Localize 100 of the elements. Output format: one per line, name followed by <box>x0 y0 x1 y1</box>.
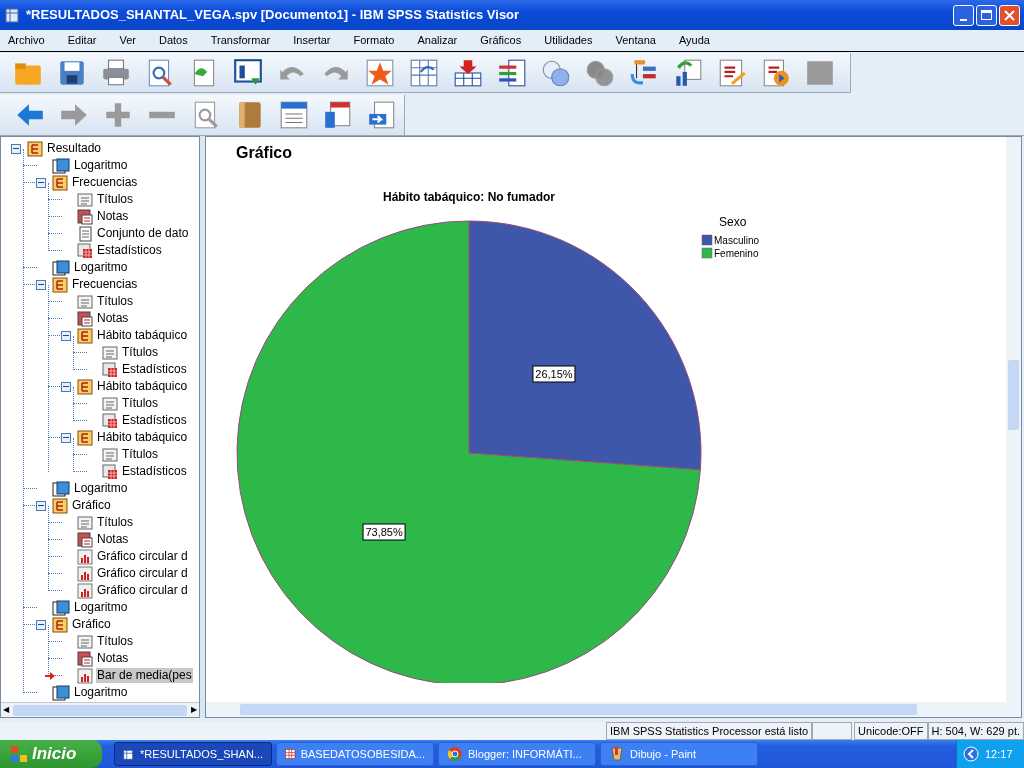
outline-item[interactable]: Estadísticos <box>121 464 188 479</box>
outline-item[interactable]: Notas <box>96 532 130 547</box>
title-page-icon <box>102 395 118 412</box>
menu-item[interactable]: Ventana <box>607 32 664 49</box>
collapse-toggle[interactable] <box>61 330 71 341</box>
outline-item[interactable]: Notas <box>96 651 130 666</box>
menu-item[interactable]: Analizar <box>409 32 466 49</box>
scroll-right-arrow[interactable]: ▶ <box>191 704 197 716</box>
outline-item[interactable]: Conjunto de dato <box>96 226 190 241</box>
title-page-icon <box>102 344 118 361</box>
chart-title: Hábito tabáquico: No fumador <box>383 190 555 204</box>
status-text: Unicode:OFF <box>854 722 928 740</box>
horizontal-scrollbar[interactable] <box>206 702 1021 717</box>
outline-item[interactable]: Títulos <box>121 447 159 462</box>
log-book-icon <box>52 480 70 497</box>
outline-item[interactable]: Logaritmo <box>73 685 129 700</box>
outline-item[interactable]: Logaritmo <box>73 481 129 496</box>
outline-item[interactable]: Hábito tabáquico <box>96 379 189 394</box>
outline-item[interactable]: Títulos <box>121 396 159 411</box>
collapse-toggle[interactable] <box>36 279 46 290</box>
notes-page-icon <box>77 650 93 667</box>
chevron-icon[interactable] <box>963 746 979 762</box>
outline-item[interactable]: Títulos <box>96 192 134 207</box>
menu-item[interactable]: Transformar <box>202 32 279 49</box>
output-heading: Gráfico <box>236 143 293 163</box>
log-book-icon <box>52 684 70 701</box>
menu-item[interactable]: Utilidades <box>536 32 601 49</box>
outline-item[interactable]: Gráfico <box>71 498 112 513</box>
collapse-toggle[interactable] <box>36 500 46 511</box>
collapse-toggle[interactable] <box>36 177 46 188</box>
book-folder-icon <box>52 276 68 293</box>
outline-item[interactable]: Hábito tabáquico <box>96 430 189 445</box>
outline-item[interactable]: Frecuencias <box>71 277 139 292</box>
app-icon <box>4 6 22 24</box>
outline-item[interactable]: Títulos <box>96 294 134 309</box>
menu-item[interactable]: Archivo <box>0 32 53 49</box>
legend-label: Femenino <box>714 248 759 259</box>
title-page-icon <box>77 514 93 531</box>
title-page-icon <box>77 293 93 310</box>
outline-item[interactable]: Títulos <box>96 515 134 530</box>
scroll-left-arrow[interactable]: ◀ <box>3 704 9 716</box>
taskbar-button[interactable]: *RESULTADOS_SHAN... <box>114 742 272 766</box>
outline-item[interactable]: Estadísticos <box>121 413 188 428</box>
outline-item[interactable]: Logaritmo <box>73 600 129 615</box>
outline-item[interactable]: Logaritmo <box>73 260 129 275</box>
windows-flag-icon <box>10 745 28 763</box>
outline-item[interactable]: Títulos <box>96 634 134 649</box>
collapse-toggle[interactable] <box>36 619 46 630</box>
vertical-scrollbar[interactable] <box>1006 137 1021 702</box>
outline-item[interactable]: Gráfico circular d <box>96 549 189 564</box>
notes-page-icon <box>77 208 93 225</box>
outline-item[interactable]: Logaritmo <box>73 158 129 173</box>
taskbar-button[interactable]: Dibujo - Paint <box>600 742 758 766</box>
data-label: 26,15% <box>532 365 576 383</box>
outline-item[interactable]: Estadísticos <box>121 362 188 377</box>
outline-item[interactable]: Estadísticos <box>96 243 163 258</box>
outline-item[interactable]: Gráfico <box>71 617 112 632</box>
log-book-icon <box>52 157 70 174</box>
outline-item[interactable]: Gráfico circular d <box>96 566 189 581</box>
scrollbar-thumb[interactable] <box>13 704 187 716</box>
menu-item[interactable]: Editar <box>59 32 105 49</box>
close-button[interactable] <box>999 4 1020 26</box>
maximize-button[interactable] <box>976 4 997 26</box>
close-icon <box>1004 9 1015 21</box>
status-text: IBM SPSS Statistics Processor está listo <box>606 722 813 740</box>
menu-item[interactable]: Ayuda <box>670 32 718 49</box>
taskbar-button[interactable]: Blogger: INFORMÁTI... <box>438 742 596 766</box>
outline-item[interactable]: Bar de media(pes <box>96 668 193 683</box>
taskbar-button[interactable]: BASEDATOSOBESIDA... <box>276 742 434 766</box>
outline-item[interactable]: Gráfico circular d <box>96 583 189 598</box>
minimize-button[interactable] <box>953 4 974 26</box>
outline-item[interactable]: Resultado <box>46 141 103 156</box>
outline-item[interactable]: Notas <box>96 209 130 224</box>
notes-page-icon <box>77 310 93 327</box>
menu-item[interactable]: Formato <box>345 32 403 49</box>
collapse-toggle[interactable] <box>61 381 71 392</box>
outline-item[interactable]: Hábito tabáquico <box>96 328 189 343</box>
collapse-toggle[interactable] <box>11 143 21 154</box>
menu-item[interactable]: Datos <box>150 32 196 49</box>
table-page-icon <box>102 463 118 480</box>
grid-icon <box>285 746 296 762</box>
book-folder-icon <box>52 174 68 191</box>
outline-item[interactable]: Títulos <box>121 345 159 360</box>
legend-title: Sexo <box>719 215 747 229</box>
menu-item[interactable]: Gráficos <box>472 32 530 49</box>
book-folder-icon <box>52 616 68 633</box>
table-page-icon <box>77 242 93 259</box>
outline-item[interactable]: Frecuencias <box>71 175 139 190</box>
log-book-icon <box>52 259 70 276</box>
outline-item[interactable]: Notas <box>96 311 130 326</box>
chart-page-icon <box>77 582 93 599</box>
status-panel <box>812 722 853 740</box>
title-page-icon <box>102 446 118 463</box>
browser-icon <box>447 746 463 762</box>
title-page-icon <box>77 191 93 208</box>
menu-item[interactable]: Insertar <box>285 32 339 49</box>
horizontal-scrollbar[interactable]: ◀ ▶ <box>1 702 199 717</box>
document-icon <box>77 225 93 242</box>
menu-item[interactable]: Ver <box>111 32 144 49</box>
collapse-toggle[interactable] <box>61 432 71 443</box>
